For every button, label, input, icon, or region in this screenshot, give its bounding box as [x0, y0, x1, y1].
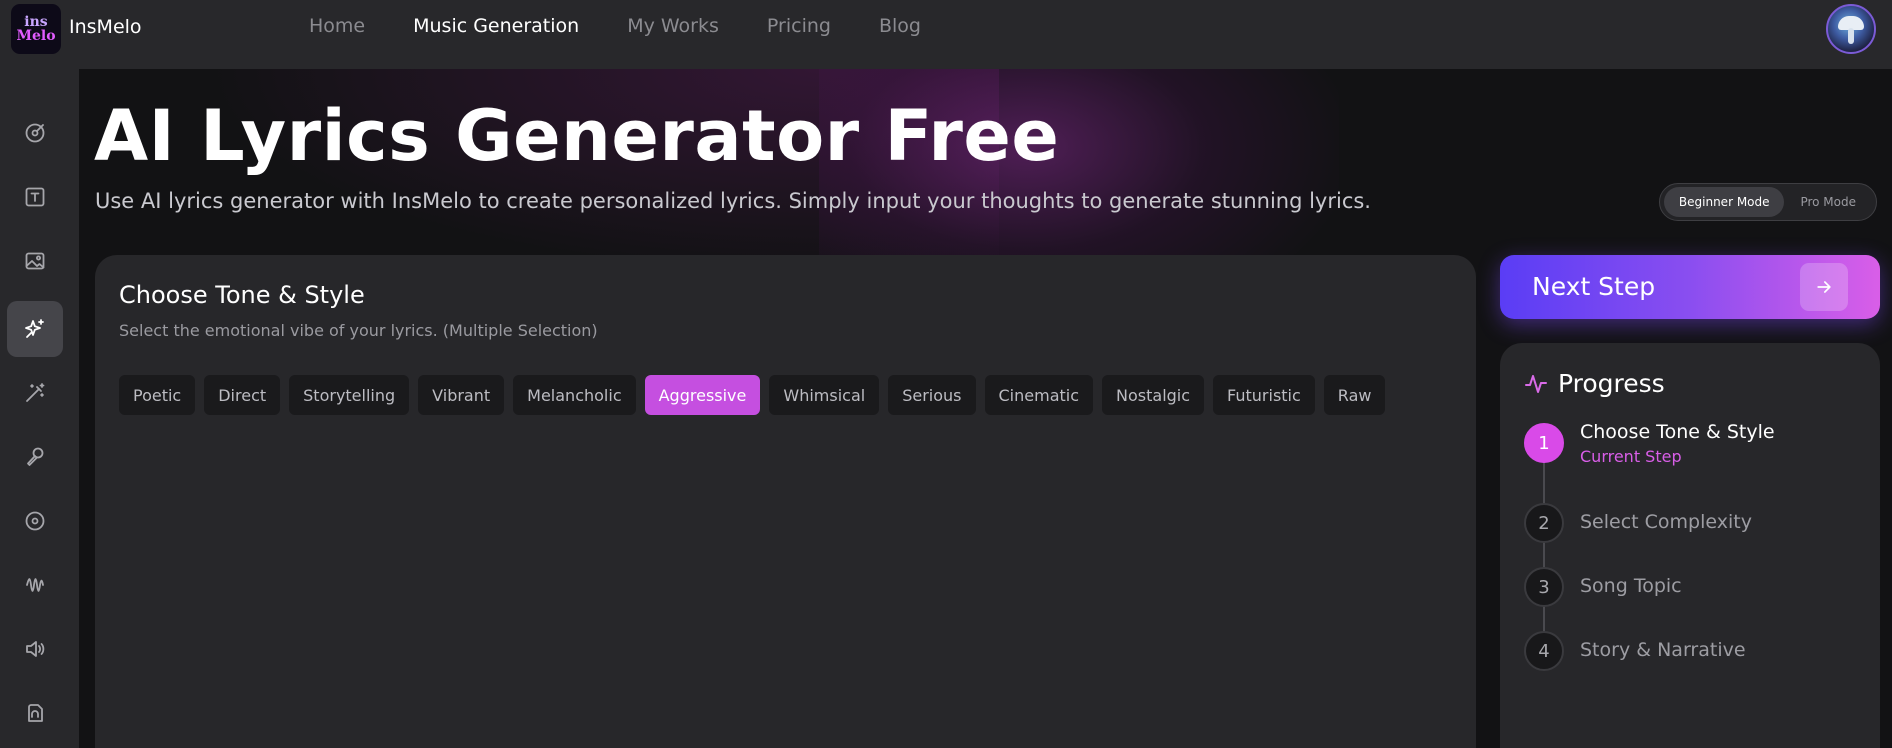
step-status: Current Step [1580, 447, 1682, 466]
main-content: AI Lyrics Generator Free Use AI lyrics g… [79, 69, 1892, 748]
nav-link-home[interactable]: Home [309, 15, 365, 37]
step-number: 4 [1524, 631, 1564, 671]
headphones-file-icon [28, 704, 43, 722]
sidebar-item-text[interactable] [7, 169, 63, 225]
tone-chip-raw[interactable]: Raw [1323, 375, 1386, 415]
microphone-icon [27, 447, 44, 466]
tone-chip-cinematic[interactable]: Cinematic [984, 375, 1094, 415]
step-number: 1 [1524, 423, 1564, 463]
step-number: 2 [1524, 503, 1564, 543]
tone-chip-storytelling[interactable]: Storytelling [289, 375, 410, 415]
progress-panel: Progress 1 Choose Tone & Style Current S… [1500, 343, 1880, 748]
progress-header: Progress [1524, 369, 1665, 398]
image-icon [25, 252, 45, 270]
sidebar-item-sound[interactable] [7, 621, 63, 677]
tone-style-card: Choose Tone & Style Select the emotional… [95, 255, 1476, 748]
logo-text-line1: ins [24, 14, 48, 30]
waveform-icon [26, 578, 44, 592]
tone-chip-whimsical[interactable]: Whimsical [769, 375, 880, 415]
tone-chip-poetic[interactable]: Poetic [119, 375, 196, 415]
nav-link-my-works[interactable]: My Works [627, 15, 719, 37]
insmelo-logo[interactable]: ins Melo [11, 4, 61, 54]
tone-options: Poetic Direct Storytelling Vibrant Melan… [119, 375, 1386, 415]
mode-toggle: Beginner Mode Pro Mode [1659, 183, 1877, 221]
arrow-right-icon [1800, 263, 1848, 311]
activity-icon [1525, 374, 1547, 393]
tone-chip-futuristic[interactable]: Futuristic [1213, 375, 1315, 415]
tone-style-title: Choose Tone & Style [119, 281, 365, 309]
sidebar-item-magic[interactable] [7, 365, 63, 421]
sidebar-item-lyrics[interactable] [7, 301, 63, 357]
step-name: Select Complexity [1580, 511, 1752, 533]
sidebar-item-album[interactable] [7, 493, 63, 549]
nav-link-blog[interactable]: Blog [879, 15, 921, 37]
step-name: Story & Narrative [1580, 639, 1746, 661]
beginner-mode-option[interactable]: Beginner Mode [1664, 187, 1785, 217]
text-box-icon [25, 187, 45, 207]
tone-chip-serious[interactable]: Serious [888, 375, 976, 415]
tone-chip-aggressive[interactable]: Aggressive [644, 375, 761, 415]
tone-chip-vibrant[interactable]: Vibrant [418, 375, 505, 415]
music-disc-icon [25, 123, 45, 143]
vinyl-icon [25, 511, 45, 531]
sparkles-icon [25, 319, 44, 338]
step-name: Song Topic [1580, 575, 1682, 597]
tool-sidebar [0, 69, 79, 748]
top-navigation-bar: ins Melo InsMelo Home Music Generation M… [0, 0, 1892, 69]
page-subtitle: Use AI lyrics generator with InsMelo to … [95, 189, 1371, 213]
user-avatar[interactable] [1826, 4, 1876, 54]
progress-title: Progress [1558, 369, 1665, 398]
tone-chip-direct[interactable]: Direct [204, 375, 281, 415]
sidebar-item-library[interactable] [7, 685, 63, 741]
logo-text-line2: Melo [16, 28, 56, 44]
sidebar-item-image[interactable] [7, 233, 63, 289]
nav-link-music-generation[interactable]: Music Generation [413, 15, 579, 37]
sidebar-item-audio[interactable] [7, 557, 63, 613]
pro-mode-option[interactable]: Pro Mode [1784, 187, 1872, 217]
next-step-label: Next Step [1532, 272, 1656, 301]
main-nav: Home Music Generation My Works Pricing B… [309, 15, 921, 37]
brand-name[interactable]: InsMelo [69, 16, 142, 38]
sidebar-item-music[interactable] [7, 105, 63, 161]
tone-chip-melancholic[interactable]: Melancholic [513, 375, 636, 415]
speaker-icon [26, 641, 45, 657]
tone-style-subtitle: Select the emotional vibe of your lyrics… [119, 321, 598, 340]
progress-connector [1543, 443, 1545, 653]
page-title: AI Lyrics Generator Free [94, 95, 1060, 177]
magic-wand-icon [26, 383, 45, 402]
sidebar-item-vocal[interactable] [7, 429, 63, 485]
nav-link-pricing[interactable]: Pricing [767, 15, 831, 37]
tone-chip-nostalgic[interactable]: Nostalgic [1102, 375, 1205, 415]
next-step-button[interactable]: Next Step [1500, 255, 1880, 319]
step-number: 3 [1524, 567, 1564, 607]
step-name: Choose Tone & Style [1580, 421, 1775, 443]
avatar-mushroom-stem [1848, 28, 1854, 44]
